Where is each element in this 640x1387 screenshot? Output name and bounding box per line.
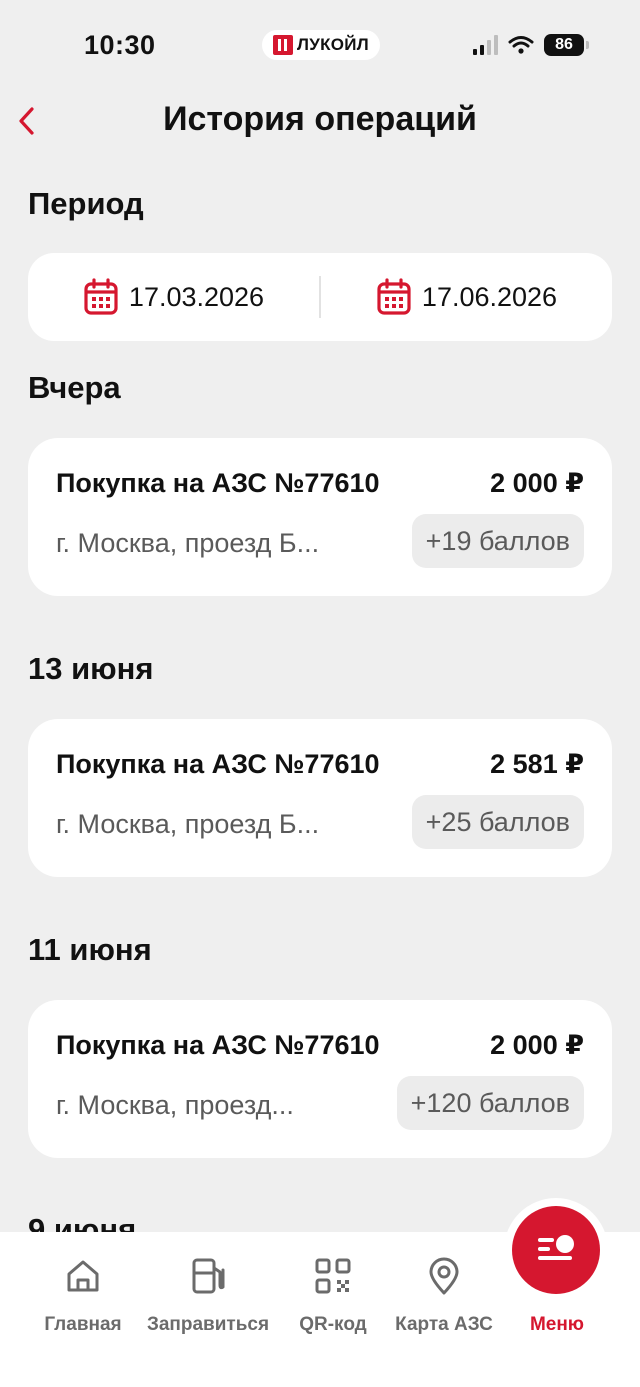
nav-label: QR-код [299, 1314, 367, 1335]
page-title: История операций [163, 100, 477, 138]
nav-item-qr[interactable]: QR-код [292, 1254, 374, 1336]
operation-title: Покупка на АЗС №77610 [56, 468, 380, 498]
battery-indicator: 86 [544, 34, 589, 56]
date-from-field[interactable]: 17.03.2026 [28, 253, 319, 341]
operation-address: г. Москва, проезд... [56, 1090, 294, 1120]
bonus-badge: +120 баллов [396, 1076, 584, 1130]
nav-item-home[interactable]: Главная [40, 1254, 126, 1336]
date-to-field[interactable]: 17.06.2026 [321, 253, 612, 341]
nav-label: Заправиться [146, 1314, 270, 1335]
nav-item-station-map[interactable]: Карта АЗС [388, 1254, 500, 1336]
operation-address: г. Москва, проезд Б... [56, 528, 320, 558]
map-pin-icon [422, 1254, 466, 1298]
status-time: 10:30 [84, 30, 156, 60]
operation-amount: 2 000 ₽ [490, 468, 584, 498]
operation-card[interactable]: Покупка на АЗС №77610 2 000 ₽ г. Москва,… [28, 438, 612, 596]
wifi-icon [508, 36, 534, 54]
nav-item-refuel[interactable]: Заправиться [140, 1254, 276, 1336]
operation-card[interactable]: Покупка на АЗС №77610 2 581 ₽ г. Москва,… [28, 719, 612, 877]
date-from-text: 17.03.2026 [128, 281, 265, 312]
operation-title: Покупка на АЗС №77610 [56, 1030, 380, 1060]
menu-button[interactable] [512, 1206, 600, 1294]
operation-amount: 2 000 ₽ [490, 1030, 584, 1060]
nav-label: Карта АЗС [395, 1314, 493, 1335]
nav-label: Меню [529, 1314, 585, 1335]
chevron-left-icon [19, 107, 34, 135]
lukoil-logo-icon [272, 35, 293, 55]
brand-name: ЛУКОЙЛ [296, 35, 370, 54]
period-card: 17.03.2026 17.06.2026 [28, 253, 612, 341]
menu-bubble [504, 1198, 608, 1302]
nav-label: Главная [44, 1314, 122, 1335]
period-label: Период [28, 186, 144, 221]
status-bar: 10:30 ЛУКОЙЛ 86 [0, 0, 640, 90]
operation-address: г. Москва, проезд Б... [56, 809, 320, 839]
signal-icon [473, 35, 498, 55]
calendar-icon [84, 278, 118, 315]
menu-icon [538, 1235, 574, 1260]
operation-title: Покупка на АЗС №77610 [56, 749, 380, 779]
operation-amount: 2 581 ₽ [490, 749, 584, 779]
bonus-badge: +25 баллов [411, 795, 584, 849]
brand-badge: ЛУКОЙЛ [262, 30, 380, 60]
home-icon [61, 1254, 105, 1298]
group-date-label: 13 июня [28, 651, 154, 686]
qr-code-icon [311, 1254, 355, 1298]
group-date-label: 11 июня [28, 932, 152, 967]
back-button[interactable] [12, 100, 52, 140]
group-date-label: Вчера [28, 370, 121, 405]
calendar-icon [377, 278, 411, 315]
fuel-pump-icon [186, 1254, 230, 1298]
operation-card[interactable]: Покупка на АЗС №77610 2 000 ₽ г. Москва,… [28, 1000, 612, 1158]
bonus-badge: +19 баллов [411, 514, 584, 568]
date-to-text: 17.06.2026 [421, 281, 558, 312]
status-icons: 86 [473, 34, 589, 56]
